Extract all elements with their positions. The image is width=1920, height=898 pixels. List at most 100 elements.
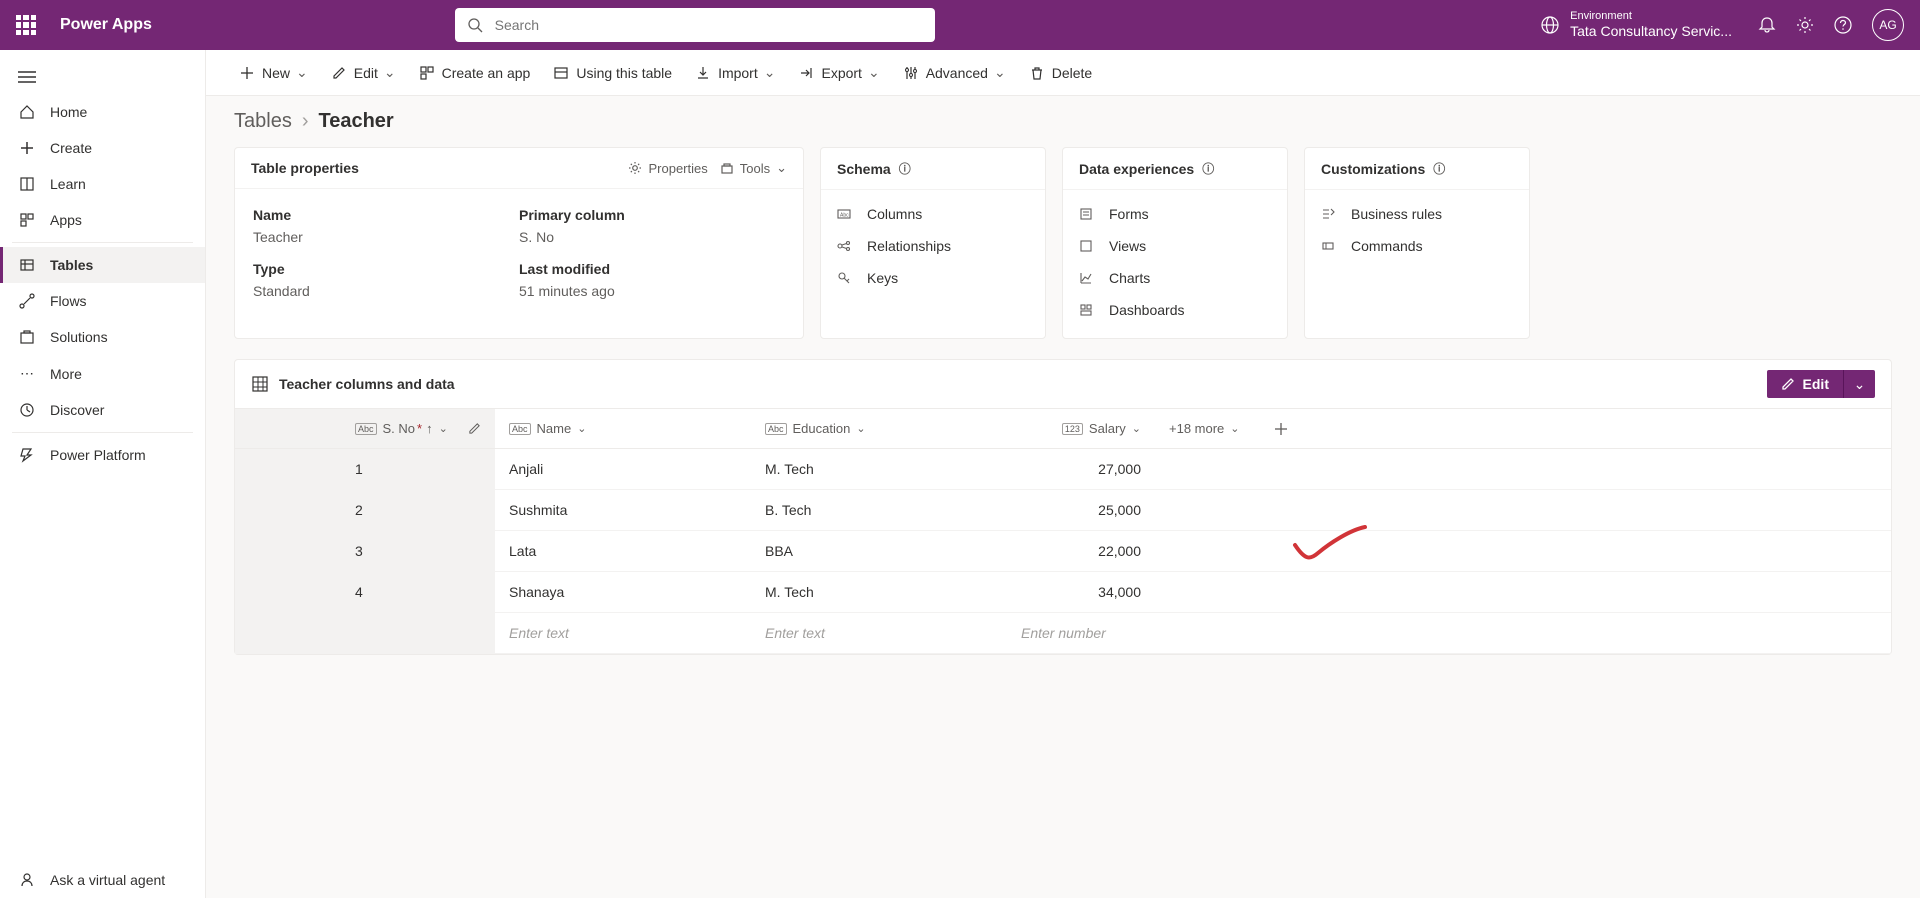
info-icon[interactable]: ⓘ	[1202, 160, 1214, 177]
sidebar-item-tables[interactable]: Tables	[0, 247, 205, 283]
cell-education[interactable]: B. Tech	[751, 490, 1007, 530]
tools-button[interactable]: Tools ⌄	[720, 160, 787, 176]
cell-name[interactable]: Lata	[495, 531, 751, 571]
settings-icon	[904, 66, 918, 80]
import-button[interactable]: Import ⌄	[686, 58, 785, 87]
schema-card: Schema ⓘ Abc Columns Relationships Keys	[820, 147, 1046, 339]
cell-education[interactable]: M. Tech	[751, 449, 1007, 489]
plus-icon	[240, 66, 254, 80]
sidebar-toggle[interactable]	[0, 60, 205, 94]
relationships-icon	[837, 239, 855, 253]
export-button[interactable]: Export ⌄	[789, 58, 889, 87]
column-header-salary[interactable]: 123 Salary ⌄	[1007, 409, 1155, 448]
cell-salary[interactable]: 34,000	[1007, 572, 1155, 612]
cell-name[interactable]: Anjali	[495, 449, 751, 489]
main-content: New ⌄ Edit ⌄ Create an app Using this ta…	[206, 50, 1920, 898]
search-box[interactable]	[455, 8, 935, 42]
create-app-button[interactable]: Create an app	[410, 59, 541, 87]
data-grid: Abc S. No * ↑ ⌄ Abc Name ⌄ Abc Educ	[235, 409, 1891, 654]
commands-link[interactable]: Commands	[1305, 230, 1529, 262]
edit-data-button[interactable]: Edit	[1767, 370, 1843, 398]
gear-icon	[628, 161, 642, 175]
sidebar-item-ask-agent[interactable]: Ask a virtual agent	[0, 862, 205, 898]
power-platform-icon	[18, 447, 36, 463]
solutions-icon	[18, 329, 36, 345]
help-icon[interactable]	[1834, 16, 1852, 34]
business-rules-link[interactable]: Business rules	[1305, 198, 1529, 230]
info-icon[interactable]: ⓘ	[1433, 160, 1445, 177]
column-header-education[interactable]: Abc Education ⌄	[751, 409, 1007, 448]
edit-dropdown[interactable]: ⌄	[1843, 370, 1875, 398]
table-row[interactable]: 4 Shanaya M. Tech 34,000	[235, 572, 1891, 613]
cell-sno[interactable]: 3	[235, 531, 495, 571]
using-table-button[interactable]: Using this table	[544, 59, 682, 87]
cell-name[interactable]: Sushmita	[495, 490, 751, 530]
sidebar-item-learn[interactable]: Learn	[0, 166, 205, 202]
settings-icon[interactable]	[1796, 16, 1814, 34]
forms-link[interactable]: Forms	[1063, 198, 1287, 230]
chevron-down-icon: ⌄	[577, 422, 586, 435]
cell-salary[interactable]: 27,000	[1007, 449, 1155, 489]
relationships-link[interactable]: Relationships	[821, 230, 1045, 262]
sidebar-item-solutions[interactable]: Solutions	[0, 319, 205, 355]
new-cell-education[interactable]: Enter text	[751, 613, 1007, 653]
more-icon: ⋯	[18, 365, 36, 382]
prop-primary-label: Primary column	[519, 203, 785, 223]
properties-button[interactable]: Properties	[628, 160, 707, 176]
table-properties-card: Table properties Properties Tools ⌄	[234, 147, 804, 339]
app-launcher-icon[interactable]	[16, 15, 36, 35]
column-header-sno[interactable]: Abc S. No * ↑ ⌄	[235, 409, 495, 448]
new-cell-name[interactable]: Enter text	[495, 613, 751, 653]
sidebar: Home Create Learn Apps Tables Flows Solu…	[0, 50, 206, 898]
new-cell-salary[interactable]: Enter number	[1007, 613, 1155, 653]
user-avatar[interactable]: AG	[1872, 9, 1904, 41]
keys-link[interactable]: Keys	[821, 262, 1045, 294]
sidebar-item-power-platform[interactable]: Power Platform	[0, 437, 205, 473]
table-row[interactable]: 3 Lata BBA 22,000	[235, 531, 1891, 572]
rules-icon	[1321, 207, 1339, 221]
sidebar-label: More	[50, 366, 82, 382]
cell-sno[interactable]: 2	[235, 490, 495, 530]
advanced-button[interactable]: Advanced ⌄	[894, 58, 1016, 87]
sidebar-item-create[interactable]: Create	[0, 130, 205, 166]
cell-sno[interactable]: 1	[235, 449, 495, 489]
sidebar-item-flows[interactable]: Flows	[0, 283, 205, 319]
delete-button[interactable]: Delete	[1020, 59, 1102, 87]
more-columns-button[interactable]: +18 more ⌄	[1169, 421, 1240, 436]
add-column-button[interactable]	[1274, 422, 1288, 436]
cell-sno[interactable]: 4	[235, 572, 495, 612]
views-link[interactable]: Views	[1063, 230, 1287, 262]
search-input[interactable]	[495, 17, 923, 33]
cell-education[interactable]: BBA	[751, 531, 1007, 571]
summary-cards: Table properties Properties Tools ⌄	[206, 147, 1920, 359]
globe-icon	[1540, 15, 1560, 35]
columns-link[interactable]: Abc Columns	[821, 198, 1045, 230]
sidebar-item-more[interactable]: ⋯ More	[0, 355, 205, 392]
cell-name[interactable]: Shanaya	[495, 572, 751, 612]
grid-icon	[251, 375, 269, 393]
sidebar-item-apps[interactable]: Apps	[0, 202, 205, 238]
dashboards-link[interactable]: Dashboards	[1063, 294, 1287, 326]
sidebar-item-home[interactable]: Home	[0, 94, 205, 130]
divider	[12, 242, 193, 243]
environment-selector[interactable]: Environment Tata Consultancy Servic...	[1540, 10, 1732, 40]
sidebar-item-discover[interactable]: Discover	[0, 392, 205, 428]
column-header-name[interactable]: Abc Name ⌄	[495, 409, 751, 448]
pencil-icon[interactable]	[468, 422, 481, 435]
info-icon[interactable]: ⓘ	[899, 160, 911, 177]
cell-salary[interactable]: 25,000	[1007, 490, 1155, 530]
table-row[interactable]: 1 Anjali M. Tech 27,000	[235, 449, 1891, 490]
table-row[interactable]: 2 Sushmita B. Tech 25,000	[235, 490, 1891, 531]
sidebar-label: Home	[50, 104, 87, 120]
notifications-icon[interactable]	[1758, 16, 1776, 34]
sidebar-label: Solutions	[50, 329, 108, 345]
form-icon	[1079, 207, 1097, 221]
charts-link[interactable]: Charts	[1063, 262, 1287, 294]
new-button[interactable]: New ⌄	[230, 58, 318, 87]
cell-education[interactable]: M. Tech	[751, 572, 1007, 612]
breadcrumb-parent[interactable]: Tables	[234, 110, 292, 133]
cell-salary[interactable]: 22,000	[1007, 531, 1155, 571]
edit-button[interactable]: Edit ⌄	[322, 58, 406, 87]
chevron-down-icon: ⌄	[439, 422, 448, 435]
new-row[interactable]: Enter text Enter text Enter number	[235, 613, 1891, 654]
